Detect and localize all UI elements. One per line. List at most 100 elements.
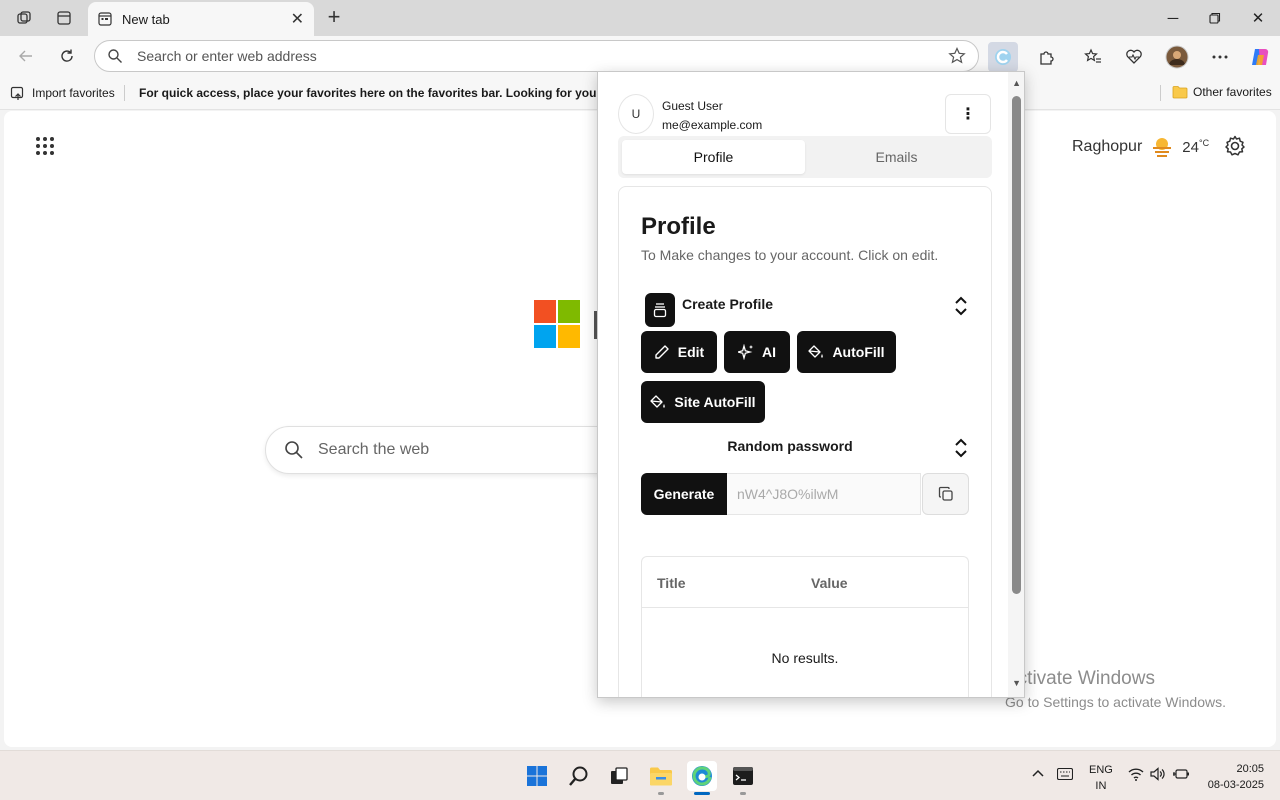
user-email: me@example.com xyxy=(662,118,763,132)
chevron-up-down-icon[interactable] xyxy=(951,435,971,461)
edit-button[interactable]: Edit xyxy=(641,331,717,373)
language-indicator[interactable]: ENG IN xyxy=(1089,762,1113,794)
terminal-icon xyxy=(733,767,753,785)
refresh-icon[interactable] xyxy=(55,44,79,68)
copilot-icon[interactable] xyxy=(1245,42,1275,72)
favorites-divider xyxy=(124,85,125,101)
system-clock[interactable]: 20:05 08-03-2025 xyxy=(1200,761,1264,793)
password-generator: Generate nW4^J8O%ilwM xyxy=(641,473,969,515)
table-empty-text: No results. xyxy=(771,650,839,666)
extensions-puzzle-icon[interactable] xyxy=(1032,42,1062,72)
tab-strip: New tab ✕ + ─ ✕ xyxy=(0,0,1280,36)
other-favorites-button[interactable]: Other favorites xyxy=(1172,85,1272,99)
windows-taskbar: ENG IN 20:05 08-03-2025 xyxy=(0,750,1280,800)
watermark-title: Activate Windows xyxy=(1005,668,1155,689)
site-autofill-button[interactable]: Site AutoFill xyxy=(641,381,765,423)
language-code: ENG xyxy=(1089,764,1113,776)
start-button[interactable] xyxy=(522,761,552,791)
profile-values-table: Title Value No results. xyxy=(641,556,969,697)
new-tab-page-icon xyxy=(98,12,112,26)
clock-time: 20:05 xyxy=(1236,763,1264,775)
touch-keyboard-icon[interactable] xyxy=(1056,767,1074,783)
import-favorites-button[interactable]: Import favorites xyxy=(10,85,115,101)
address-bar[interactable]: Search or enter web address xyxy=(94,40,979,72)
tab-new-tab[interactable]: New tab ✕ xyxy=(88,2,314,36)
popup-tabs: Profile Emails xyxy=(618,136,992,178)
battery-plugged-icon[interactable] xyxy=(1172,767,1190,784)
edge-browser-icon xyxy=(692,766,712,786)
create-profile-section[interactable]: Create Profile xyxy=(641,293,971,329)
import-icon xyxy=(10,86,24,100)
restore-icon[interactable] xyxy=(1203,6,1227,30)
tab-close-icon[interactable]: ✕ xyxy=(291,9,304,29)
tab-profile[interactable]: Profile xyxy=(622,140,805,174)
scrollbar-thumb[interactable] xyxy=(1012,96,1021,594)
copy-button[interactable] xyxy=(922,473,969,515)
profile-avatar[interactable] xyxy=(1162,42,1192,72)
random-password-label: Random password xyxy=(727,438,853,454)
vertical-tabs-icon[interactable] xyxy=(52,6,76,30)
browser-essentials-icon[interactable] xyxy=(1119,42,1149,72)
sun-haze-icon xyxy=(1153,138,1172,157)
new-tab-button[interactable]: + xyxy=(322,6,346,30)
user-menu-kebab-icon[interactable]: ⋮ xyxy=(945,94,991,134)
chevron-up-down-icon[interactable] xyxy=(951,293,971,319)
user-header: U Guest User me@example.com ⋮ xyxy=(618,92,992,136)
scroll-up-arrow-icon[interactable]: ▲ xyxy=(1012,78,1021,88)
web-search-box[interactable]: Search the web xyxy=(265,426,625,474)
search-icon xyxy=(569,766,588,786)
terminal-taskbar-button[interactable] xyxy=(728,761,758,795)
task-view-icon xyxy=(611,767,628,784)
back-icon[interactable] xyxy=(14,44,38,68)
task-view-button[interactable] xyxy=(604,761,634,791)
table-header: Title Value xyxy=(642,557,968,608)
edge-taskbar-button[interactable] xyxy=(687,761,717,795)
copy-icon xyxy=(938,486,953,501)
popup-scrollbar[interactable]: ▲ ▼ xyxy=(1008,72,1024,697)
folder-icon xyxy=(1172,86,1188,99)
app-launcher-icon[interactable] xyxy=(36,137,54,155)
favorites-hint-text: For quick access, place your favorites h… xyxy=(139,86,599,100)
taskbar-search-button[interactable] xyxy=(564,761,594,791)
ai-button[interactable]: AI xyxy=(724,331,790,373)
edit-label: Edit xyxy=(677,344,705,360)
generate-button[interactable]: Generate xyxy=(641,473,727,515)
microsoft-logo xyxy=(534,300,580,350)
weather-temperature: 24°C xyxy=(1182,138,1210,156)
search-icon xyxy=(108,49,122,63)
volume-icon[interactable] xyxy=(1150,767,1166,784)
pencil-icon xyxy=(655,345,669,359)
close-window-icon[interactable]: ✕ xyxy=(1246,6,1270,30)
activate-windows-watermark: Activate Windows Go to Settings to activ… xyxy=(1005,668,1226,710)
page-settings-gear-icon[interactable] xyxy=(1224,135,1246,162)
extension-popup: U Guest User me@example.com ⋮ Profile Em… xyxy=(597,71,1025,698)
running-indicator xyxy=(658,792,664,795)
autofill-label: AutoFill xyxy=(832,344,885,360)
star-icon[interactable] xyxy=(948,47,966,65)
weather-location: Raghopur xyxy=(1072,138,1143,155)
show-hidden-icons-chevron-up-icon[interactable] xyxy=(1031,767,1045,781)
folder-icon xyxy=(650,767,672,786)
favorites-divider xyxy=(1160,85,1161,101)
favorites-icon[interactable] xyxy=(1078,42,1108,72)
sparkles-icon xyxy=(738,344,753,360)
windows-logo-icon xyxy=(527,766,547,786)
autofill-button[interactable]: AutoFill xyxy=(797,331,896,373)
scroll-down-arrow-icon[interactable]: ▼ xyxy=(1012,678,1021,688)
random-password-section[interactable]: Random password xyxy=(641,435,971,471)
web-search-input[interactable]: Search the web xyxy=(318,441,429,459)
user-name: Guest User xyxy=(662,99,723,113)
profile-extension-icon[interactable] xyxy=(988,42,1018,72)
tab-emails[interactable]: Emails xyxy=(805,140,988,174)
minimize-icon[interactable]: ─ xyxy=(1161,6,1185,30)
wifi-icon[interactable] xyxy=(1128,767,1144,784)
file-explorer-button[interactable] xyxy=(646,761,676,795)
address-input[interactable]: Search or enter web address xyxy=(137,48,948,64)
generated-password-field[interactable]: nW4^J8O%ilwM xyxy=(727,473,921,515)
more-options-icon[interactable] xyxy=(1205,42,1235,72)
browser-toolbar: Search or enter web address xyxy=(0,36,1280,76)
column-title: Title xyxy=(657,575,686,591)
weather-widget[interactable]: Raghopur 24°C xyxy=(1072,135,1209,159)
workspaces-icon[interactable] xyxy=(12,6,36,30)
user-avatar: U xyxy=(618,94,654,134)
